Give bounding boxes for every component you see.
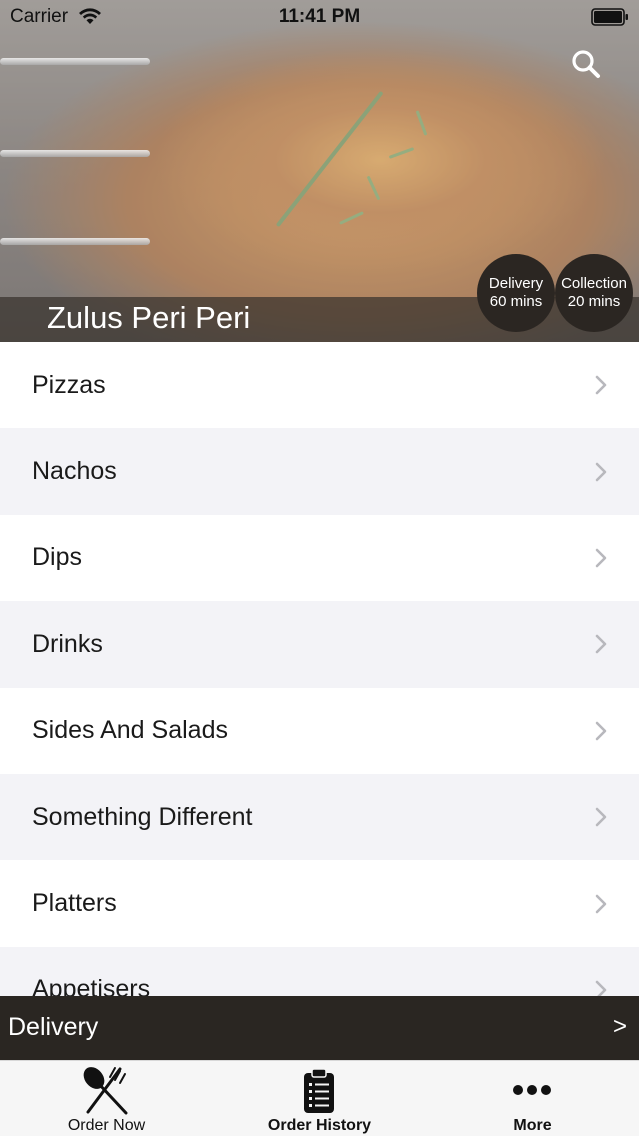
collection-time-badge: Collection 20 mins xyxy=(555,254,633,332)
chevron-right-icon xyxy=(595,635,607,654)
chevron-right-icon xyxy=(595,807,607,827)
chevron-right-icon xyxy=(595,375,607,395)
status-clock: 11:41 PM xyxy=(278,6,361,27)
hero-banner: Carrier 11:41 PM Zulus Peri Peri Deliver… xyxy=(0,0,639,342)
fork-knife-icon xyxy=(83,1067,128,1115)
tab-bar: Order Now Order History More xyxy=(0,1060,639,1136)
delivery-badge-label: Delivery xyxy=(488,275,544,292)
delivery-badge-time: 60 mins xyxy=(489,293,543,310)
category-label: Platters xyxy=(32,889,117,918)
tab-label: Order History xyxy=(267,1117,372,1134)
category-row-sides-and-salads[interactable]: Sides And Salads xyxy=(0,687,639,774)
category-label: Appetisers xyxy=(32,975,151,996)
category-label: Drinks xyxy=(32,629,103,658)
category-row-pizzas[interactable]: Pizzas xyxy=(0,342,639,429)
category-label: Sides And Salads xyxy=(32,716,228,745)
category-label: Something Different xyxy=(32,802,253,831)
category-row-drinks[interactable]: Drinks xyxy=(0,601,639,688)
category-label: Pizzas xyxy=(32,370,106,399)
category-row-dips[interactable]: Dips xyxy=(0,514,639,602)
category-row-platters[interactable]: Platters xyxy=(0,860,639,947)
category-row-nachos[interactable]: Nachos xyxy=(0,428,639,515)
battery-icon xyxy=(591,8,628,26)
chevron-right-icon xyxy=(595,721,607,741)
tab-order-history[interactable]: Order History xyxy=(213,1061,426,1136)
category-label: Nachos xyxy=(32,457,117,486)
category-list[interactable]: Pizzas Nachos Dips Drinks Sides And Sala… xyxy=(0,342,639,996)
collection-badge-label: Collection xyxy=(561,275,627,292)
tab-label: Order Now xyxy=(67,1117,146,1134)
delivery-time-badge: Delivery 60 mins xyxy=(477,254,555,332)
chevron-right-icon xyxy=(595,548,607,568)
category-row-something-different[interactable]: Something Different xyxy=(0,773,639,861)
restaurant-name: Zulus Peri Peri xyxy=(47,300,251,335)
delivery-mode-bar[interactable]: Delivery > xyxy=(0,996,639,1060)
category-row-appetisers[interactable]: Appetisers xyxy=(0,946,639,996)
clipboard-icon xyxy=(304,1068,334,1113)
tab-more[interactable]: More xyxy=(426,1061,639,1136)
delivery-mode-label: Delivery xyxy=(8,1013,99,1041)
chevron-right-icon xyxy=(595,462,607,481)
category-label: Dips xyxy=(32,543,83,572)
search-icon[interactable] xyxy=(570,48,602,80)
delivery-arrow-icon: > xyxy=(613,1013,628,1040)
status-bar: Carrier 11:41 PM xyxy=(0,0,639,34)
chevron-right-icon xyxy=(595,980,607,996)
more-dots-icon xyxy=(513,1085,551,1095)
tab-order-now[interactable]: Order Now xyxy=(0,1061,213,1136)
tab-label: More xyxy=(513,1117,552,1134)
collection-badge-time: 20 mins xyxy=(567,293,621,310)
chevron-right-icon xyxy=(595,894,607,913)
